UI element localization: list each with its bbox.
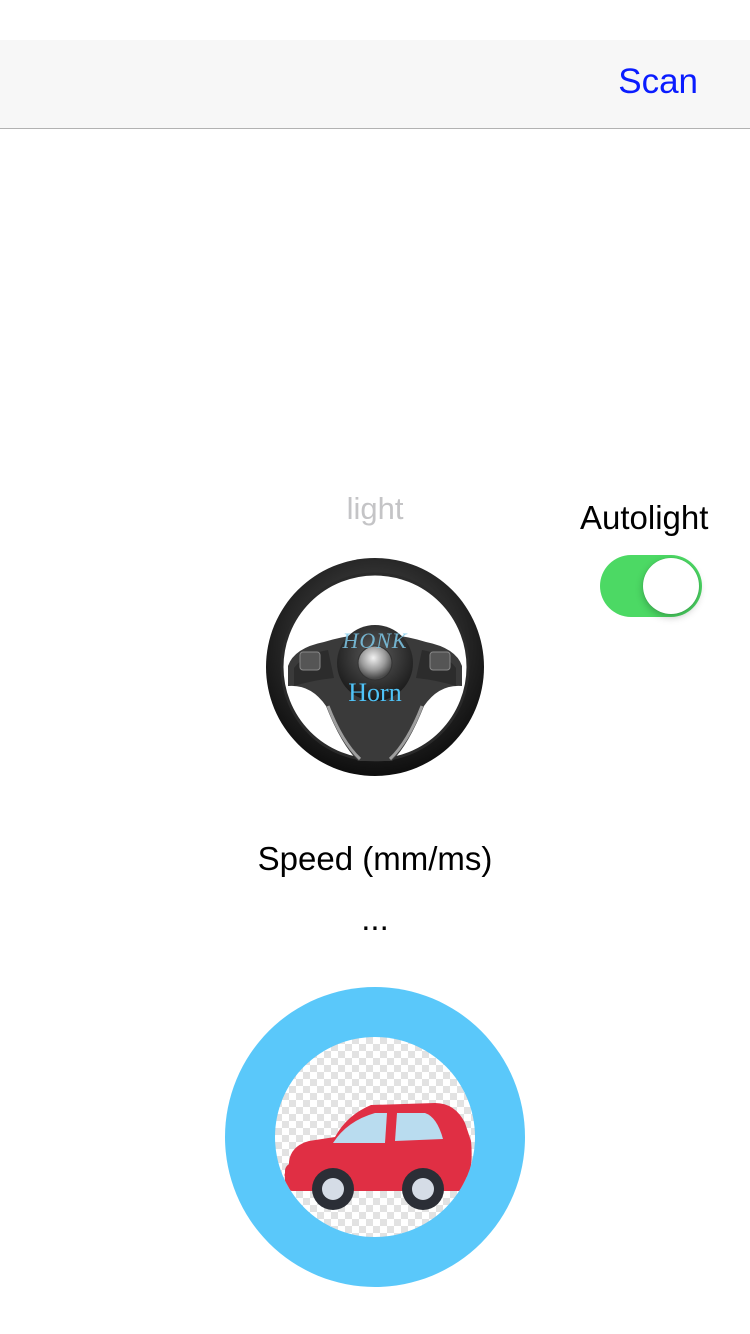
speed-title: Speed (mm/ms) <box>257 840 493 877</box>
autolight-label: Autolight <box>580 499 709 536</box>
steering-wheel-icon <box>266 558 484 776</box>
switch-knob <box>643 558 699 614</box>
screen: Scan light Autolight HONK Horn Speed (mm… <box>0 0 750 1334</box>
honk-text: HONK <box>342 628 408 653</box>
speed-value: ... <box>361 900 389 937</box>
horn-label: Horn <box>348 678 402 707</box>
car-button[interactable] <box>225 987 525 1287</box>
navigation-bar: Scan <box>0 40 750 129</box>
horn-button[interactable]: HONK Horn <box>264 556 486 778</box>
car-image <box>275 1037 475 1237</box>
scan-button[interactable]: Scan <box>618 62 698 102</box>
autolight-switch[interactable] <box>600 555 702 617</box>
car-icon <box>284 1103 472 1210</box>
